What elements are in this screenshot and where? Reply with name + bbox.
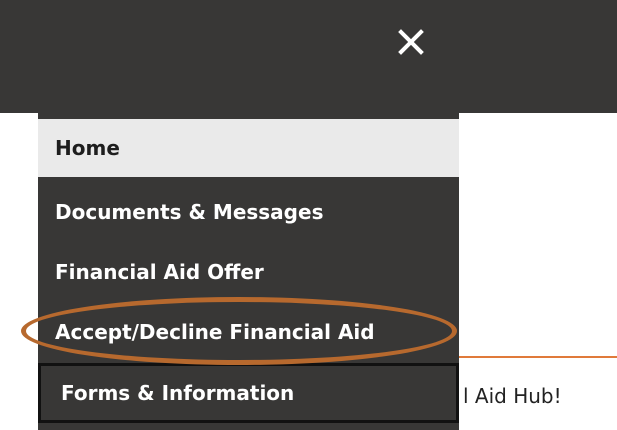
menu-item-documents-messages[interactable]: Documents & Messages [38,182,459,242]
menu-item-label: Accept/Decline Financial Aid [55,320,375,344]
menu-item-forms-information[interactable]: Forms & Information [38,363,459,423]
top-bar [0,0,617,113]
menu-item-label: Financial Aid Offer [55,260,264,284]
menu-item-accept-decline-financial-aid[interactable]: Accept/Decline Financial Aid [38,302,459,362]
close-menu-button[interactable] [382,17,440,67]
menu-item-label: Home [55,136,120,160]
menu-item-home[interactable]: Home [38,119,459,177]
close-icon [398,29,424,55]
menu-item-label: Forms & Information [61,381,295,405]
accent-divider [459,356,617,358]
page-welcome-text: l Aid Hub! [463,384,562,408]
navigation-menu: Home Documents & Messages Financial Aid … [38,113,459,430]
menu-item-financial-aid-offer[interactable]: Financial Aid Offer [38,242,459,302]
menu-item-label: Documents & Messages [55,200,324,224]
